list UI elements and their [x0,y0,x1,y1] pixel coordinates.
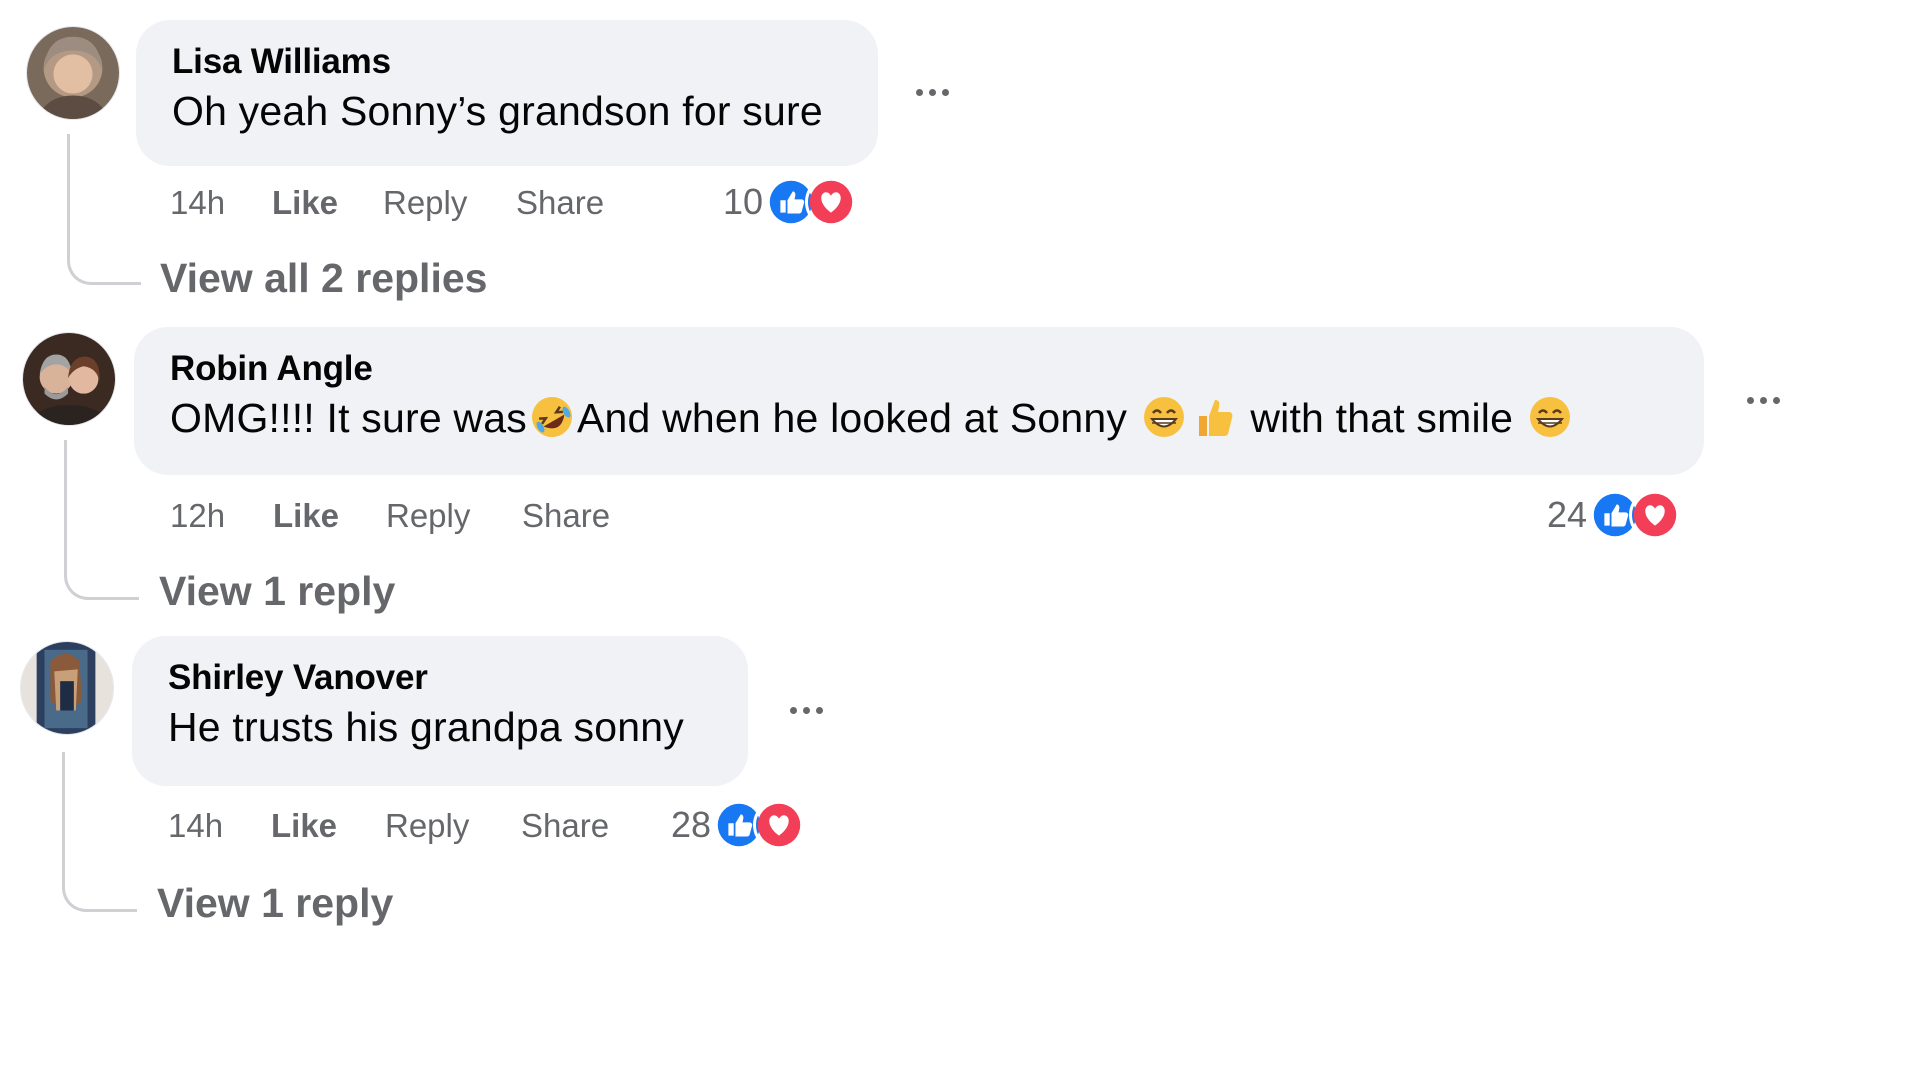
reaction-count: 28 [671,804,712,845]
comment-time[interactable]: 14h [168,807,223,845]
comment-text-part: He trusts his grandpa sonny [168,704,684,750]
comment-text-part: Oh yeah Sonny’s grandson for sure [172,88,823,134]
love-icon [805,176,858,228]
reaction-count: 24 [1547,494,1588,535]
more-options-button[interactable] [1738,385,1788,415]
comment-author[interactable]: Shirley Vanover [168,658,712,698]
comment-author[interactable]: Robin Angle [170,349,1668,389]
comment-text: OMG!!!! It sure was And when he looked at… [170,393,1668,443]
avatar[interactable] [20,641,114,735]
comment-text: He trusts his grandpa sonny [168,702,712,752]
reply-button[interactable]: Reply [383,184,467,222]
view-replies-link[interactable]: View 1 reply [159,568,395,615]
love-icon [1629,489,1682,541]
share-button[interactable]: Share [522,497,610,535]
reaction-summary[interactable]: 28 [671,799,806,851]
comment-text-part: with that smile [1250,395,1514,441]
reaction-count: 10 [723,181,764,222]
reaction-summary[interactable]: 10 [723,176,858,228]
comment-actions: 12h Like Reply Share 24 [0,489,1920,541]
comment-bubble: Robin Angle OMG!!!! It sure was And when … [134,327,1704,475]
comment-bubble: Lisa Williams Oh yeah Sonny’s grandson f… [136,20,878,166]
comment-bubble: Shirley Vanover He trusts his grandpa so… [132,636,748,786]
rolling-on-floor-laughing-emoji [529,394,575,440]
like-button[interactable]: Like [271,807,337,845]
share-button[interactable]: Share [516,184,604,222]
like-button[interactable]: Like [273,497,339,535]
more-options-button[interactable] [781,695,831,725]
view-replies-link[interactable]: View all 2 replies [160,255,487,302]
comment-actions: 14h Like Reply Share 10 [0,176,1920,228]
like-button[interactable]: Like [272,184,338,222]
reply-button[interactable]: Reply [385,807,469,845]
comment-actions: 14h Like Reply Share 28 [0,799,1920,851]
grinning-squinting-emoji [1527,394,1573,440]
reply-thread-line [67,134,141,285]
reply-button[interactable]: Reply [386,497,470,535]
comment-text-part: And when he looked at Sonny [576,395,1128,441]
grinning-squinting-emoji [1141,394,1187,440]
more-options-button[interactable] [907,77,957,107]
comment-author[interactable]: Lisa Williams [172,42,842,82]
thumbs-up-emoji [1191,394,1237,440]
share-button[interactable]: Share [521,807,609,845]
love-icon [753,799,806,851]
reply-thread-line [62,752,137,912]
reaction-summary[interactable]: 24 [1547,489,1682,541]
comment-time[interactable]: 14h [170,184,225,222]
comment-time[interactable]: 12h [170,497,225,535]
avatar[interactable] [22,332,116,426]
comment-text-part: OMG!!!! It sure was [170,395,527,441]
avatar[interactable] [26,26,120,120]
reply-thread-line [64,440,139,600]
view-replies-link[interactable]: View 1 reply [157,880,393,927]
comment-text: Oh yeah Sonny’s grandson for sure [172,86,842,136]
